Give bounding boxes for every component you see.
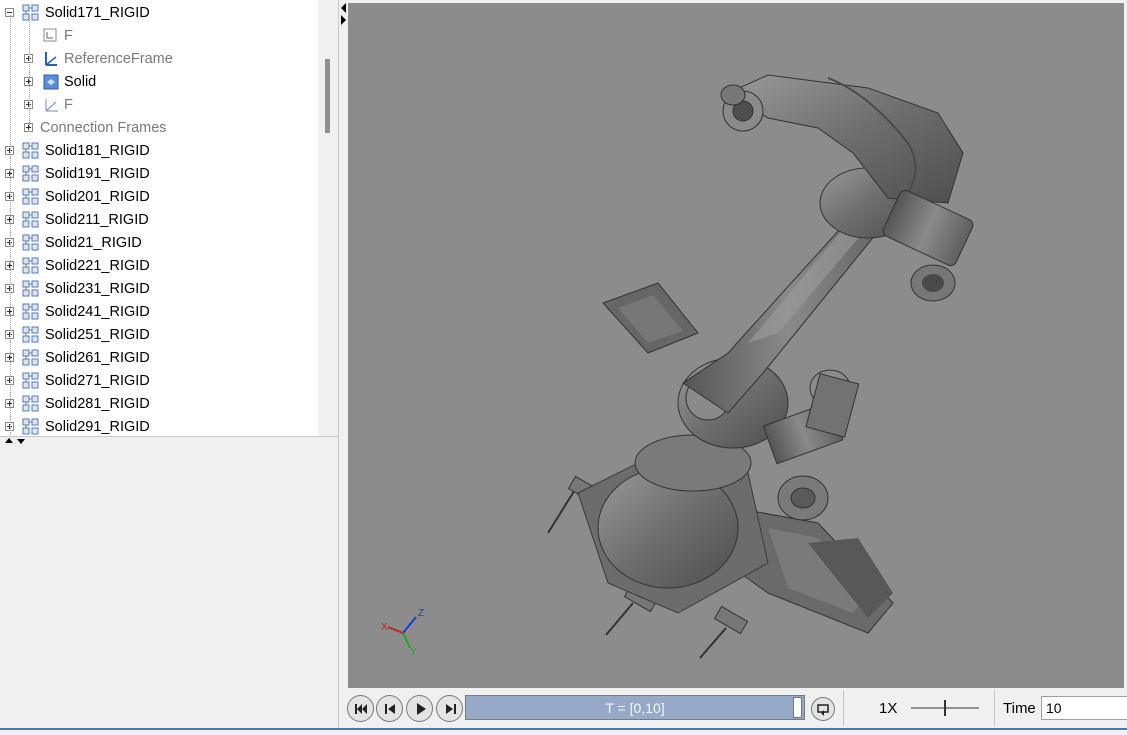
rigid-body-icon: [22, 326, 40, 344]
rigid-body-icon: [22, 349, 40, 367]
rigid-body-icon: [22, 257, 40, 275]
tree-item-label: Solid271_RIGID: [45, 373, 150, 389]
x-axis-label: X: [381, 622, 388, 633]
tree-item-label: Solid: [64, 74, 97, 90]
tree-item[interactable]: Solid: [0, 72, 320, 95]
frame-icon: [42, 96, 60, 114]
model-tree[interactable]: Solid171_RIGID F ReferenceFrame Solid F Conne…: [0, 0, 339, 436]
z-axis-label: Z: [418, 608, 424, 619]
y-axis-label: Y: [410, 647, 417, 658]
tree-item-label: Solid221_RIGID: [45, 258, 150, 274]
playback-toolbar: T = [0,10] 1X Time: [347, 688, 1127, 728]
tree-item[interactable]: F: [0, 26, 320, 49]
robot-arm-model[interactable]: Z X Y: [348, 3, 1124, 688]
rigid-body-icon: [22, 395, 40, 413]
tree-item-label: Solid211_RIGID: [45, 212, 149, 228]
tree-item[interactable]: Solid211_RIGID: [0, 210, 320, 233]
tree-item[interactable]: Solid221_RIGID: [0, 256, 320, 279]
frame-port-icon: [42, 27, 60, 45]
tree-item[interactable]: Solid281_RIGID: [0, 394, 320, 417]
tree-item-label: ReferenceFrame: [64, 51, 173, 67]
tree-item[interactable]: Solid291_RIGID: [0, 417, 320, 436]
tree-item[interactable]: F: [0, 95, 320, 118]
time-label: Time: [1003, 700, 1036, 717]
timeline-label: T = [0,10]: [605, 700, 665, 716]
tree-item-label: Solid231_RIGID: [45, 281, 150, 297]
3d-viewport[interactable]: Z X Y: [348, 3, 1124, 688]
collapse-left-icon[interactable]: [339, 2, 348, 32]
tree-scrollbar[interactable]: [318, 0, 338, 436]
vertical-splitter[interactable]: [338, 0, 348, 728]
skip-to-start-button[interactable]: [347, 695, 374, 722]
tree-item-label: Solid201_RIGID: [45, 189, 150, 205]
timeline-handle[interactable]: [793, 697, 802, 718]
rigid-body-icon: [22, 4, 40, 22]
play-button[interactable]: [406, 695, 433, 722]
rigid-body-icon: [22, 280, 40, 298]
rigid-body-icon: [22, 165, 40, 183]
tree-item-label: Connection Frames: [40, 120, 167, 136]
tree-item[interactable]: Connection Frames: [0, 118, 320, 141]
tree-item-label: F: [64, 97, 73, 113]
rigid-body-icon: [22, 211, 40, 229]
tree-scrollbar-thumb[interactable]: [325, 59, 330, 133]
step-forward-button[interactable]: [436, 695, 463, 722]
tree-item[interactable]: ReferenceFrame: [0, 49, 320, 72]
step-back-icon: [385, 704, 395, 714]
tree-item[interactable]: Solid201_RIGID: [0, 187, 320, 210]
properties-panel: [0, 444, 338, 728]
rigid-body-icon: [22, 372, 40, 390]
rigid-body-icon: [22, 234, 40, 252]
rigid-body-icon: [22, 188, 40, 206]
tree-item-label: Solid171_RIGID: [45, 5, 150, 21]
separator: [843, 690, 844, 726]
tree-item-label: Solid291_RIGID: [45, 419, 150, 435]
loop-icon: [817, 704, 829, 716]
tree-item-label: Solid191_RIGID: [45, 166, 150, 182]
status-bar: [0, 728, 1127, 735]
skip-to-start-icon: [355, 704, 367, 714]
tree-item[interactable]: Solid251_RIGID: [0, 325, 320, 348]
timeline-slider[interactable]: T = [0,10]: [465, 695, 805, 720]
reference-frame-icon: [42, 50, 60, 68]
step-back-button[interactable]: [376, 695, 403, 722]
speed-slider[interactable]: [909, 696, 981, 720]
playback-speed: 1X: [879, 700, 898, 717]
tree-item[interactable]: Solid21_RIGID: [0, 233, 320, 256]
tree-item-label: Solid181_RIGID: [45, 143, 150, 159]
tree-item[interactable]: Solid261_RIGID: [0, 348, 320, 371]
rigid-body-icon: [22, 303, 40, 321]
tree-item-label: Solid281_RIGID: [45, 396, 150, 412]
time-input[interactable]: [1041, 696, 1127, 720]
tree-guide-line: [10, 15, 11, 435]
rigid-body-icon: [22, 142, 40, 160]
tree-item[interactable]: Solid241_RIGID: [0, 302, 320, 325]
loop-button[interactable]: [811, 697, 835, 721]
tree-item-label: Solid261_RIGID: [45, 350, 150, 366]
tree-item-label: Solid21_RIGID: [45, 235, 142, 251]
tree-item[interactable]: Solid171_RIGID: [0, 3, 320, 26]
tree-guide-line: [29, 15, 30, 127]
solid-icon: [42, 73, 60, 91]
rigid-body-icon: [22, 418, 40, 436]
tree-item-label: Solid241_RIGID: [45, 304, 150, 320]
tree-item-label: F: [64, 28, 73, 44]
tree-item[interactable]: Solid231_RIGID: [0, 279, 320, 302]
tree-item[interactable]: Solid271_RIGID: [0, 371, 320, 394]
tree-item-label: Solid251_RIGID: [45, 327, 150, 343]
separator: [994, 690, 995, 726]
tree-item[interactable]: Solid191_RIGID: [0, 164, 320, 187]
play-icon: [417, 703, 426, 715]
tree-item[interactable]: Solid181_RIGID: [0, 141, 320, 164]
step-forward-icon: [446, 704, 456, 714]
axis-triad: Z X Y: [381, 608, 424, 658]
